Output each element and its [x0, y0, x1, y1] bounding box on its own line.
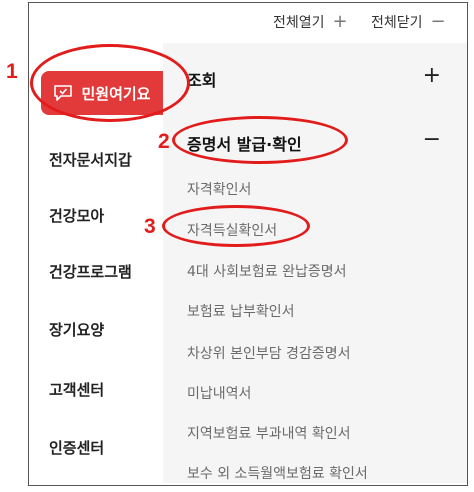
menu-toolbar: 전체열기 + 전체닫기 −: [29, 3, 467, 39]
link-qualification-cert[interactable]: 자격확인서: [187, 179, 251, 199]
link-copayment-reduction-cert[interactable]: 차상위 본인부담 경감증명서: [187, 343, 350, 363]
sidebar-item-cert-center[interactable]: 인증센터: [49, 437, 104, 458]
link-regional-premium-statement[interactable]: 지역보험료 부과내역 확인서: [187, 423, 350, 443]
annotation-number-1: 1: [6, 60, 18, 83]
sidebar-item-customer-center[interactable]: 고객센터: [49, 379, 104, 400]
expand-all-label: 전체열기: [273, 15, 325, 31]
menu-content: 조회 + 증명서 발급·확인 − 자격확인서 자격득실확인서 4대 사회보험료 …: [163, 43, 467, 483]
link-extra-income-premium-cert[interactable]: 보수 외 소득월액보험료 확인서: [187, 463, 368, 483]
annotation-number-3: 3: [144, 215, 156, 238]
collapse-all-label: 전체닫기: [371, 15, 423, 31]
annotation-circle-2: [172, 116, 348, 164]
link-payment-confirmation[interactable]: 보험료 납부확인서: [187, 301, 295, 321]
sidebar-item-long-term-care[interactable]: 장기요양: [49, 319, 104, 340]
sidebar-item-health-program[interactable]: 건강프로그램: [49, 261, 132, 282]
collapse-all-button[interactable]: 전체닫기 −: [371, 12, 446, 32]
sidebar-item-e-wallet[interactable]: 전자문서지갑: [49, 149, 132, 170]
plus-icon[interactable]: +: [423, 65, 441, 87]
plus-icon: +: [332, 11, 348, 32]
annotation-number-2: 2: [158, 130, 170, 153]
sidebar-item-health-moa[interactable]: 건강모아: [49, 205, 104, 226]
minus-icon: −: [430, 11, 446, 32]
expand-all-button[interactable]: 전체열기 +: [273, 12, 348, 32]
minus-icon[interactable]: −: [423, 129, 441, 151]
link-full-payment-cert[interactable]: 4대 사회보험료 완납증명서: [187, 261, 347, 281]
link-unpaid-statement[interactable]: 미납내역서: [187, 383, 251, 403]
annotation-circle-1: [30, 44, 190, 122]
section-inquiry-title[interactable]: 조회: [187, 67, 216, 91]
annotation-circle-3: [162, 205, 310, 247]
